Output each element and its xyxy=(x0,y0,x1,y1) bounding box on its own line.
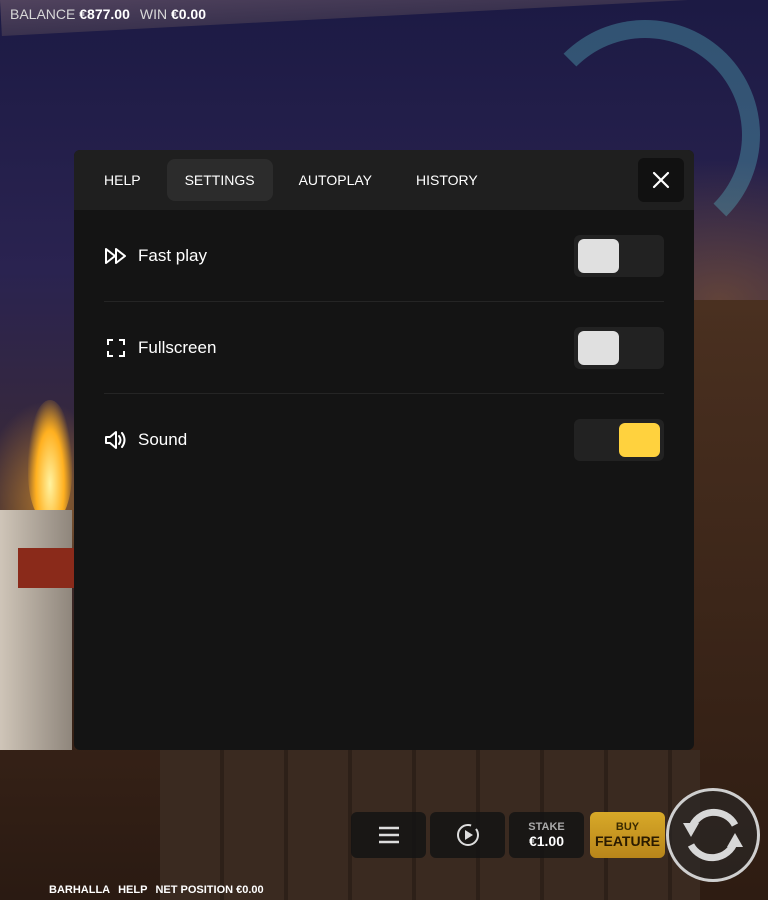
fast-play-toggle[interactable] xyxy=(574,234,664,277)
game-name: BARHALLA xyxy=(49,884,111,896)
setting-fullscreen: Fullscreen xyxy=(104,302,664,394)
net-position-value: €0.00 xyxy=(236,884,264,896)
stake-selector[interactable]: STAKE €1.00 xyxy=(509,812,584,858)
tab-history[interactable]: HISTORY xyxy=(398,159,496,201)
win-display: WIN €0.00 xyxy=(140,6,206,22)
spin-icon xyxy=(683,808,743,862)
autoplay-button[interactable] xyxy=(430,812,505,858)
torch-band xyxy=(18,548,74,588)
torch-flame xyxy=(28,400,72,520)
torch-post xyxy=(0,510,72,750)
balance-bar: BALANCE €877.00 WIN €0.00 xyxy=(10,6,206,22)
sound-toggle[interactable] xyxy=(574,419,664,461)
settings-list: Fast play Fullscreen Sound xyxy=(74,210,694,486)
autoplay-icon xyxy=(456,824,479,846)
toggle-knob xyxy=(578,238,619,273)
balance-value: €877.00 xyxy=(79,6,130,22)
stake-value: €1.00 xyxy=(528,833,565,849)
speaker-icon xyxy=(104,428,128,452)
menu-button[interactable] xyxy=(351,812,426,858)
game-controls: STAKE €1.00 BUY FEATURE xyxy=(351,812,665,858)
buy-feature-button[interactable]: BUY FEATURE xyxy=(590,812,665,858)
sound-label: Sound xyxy=(138,430,188,449)
fullscreen-icon xyxy=(104,336,128,360)
setting-sound: Sound xyxy=(104,394,664,486)
balance-display: BALANCE €877.00 xyxy=(10,6,130,22)
tab-settings[interactable]: SETTINGS xyxy=(166,159,273,201)
spin-button[interactable] xyxy=(666,788,760,882)
footer-bar: BARHALLA HELP NET POSITION €0.00 xyxy=(49,884,264,896)
net-position-label: NET POSITION xyxy=(155,884,234,896)
tab-autoplay[interactable]: AUTOPLAY xyxy=(281,159,390,201)
close-button[interactable] xyxy=(638,158,684,202)
close-icon xyxy=(652,171,670,189)
footer-help-link[interactable]: HELP xyxy=(118,884,147,896)
win-label: WIN xyxy=(139,6,168,22)
net-position: NET POSITION €0.00 xyxy=(155,884,263,896)
menu-icon xyxy=(378,826,399,844)
fast-forward-icon xyxy=(104,244,128,268)
fast-play-label: Fast play xyxy=(138,245,207,265)
toggle-knob xyxy=(578,330,619,365)
feature-label: FEATURE xyxy=(594,833,661,849)
setting-fast-play: Fast play xyxy=(104,210,664,302)
settings-modal: HELP SETTINGS AUTOPLAY HISTORY Fast play xyxy=(74,150,694,750)
balance-label: BALANCE xyxy=(10,6,76,22)
fullscreen-label: Fullscreen xyxy=(138,337,217,357)
stake-label: STAKE xyxy=(528,821,565,833)
fullscreen-toggle[interactable] xyxy=(574,326,664,369)
buy-label: BUY xyxy=(615,821,640,833)
win-value: €0.00 xyxy=(170,6,207,22)
toggle-knob xyxy=(619,423,660,457)
tab-bar: HELP SETTINGS AUTOPLAY HISTORY xyxy=(74,150,694,210)
tab-help[interactable]: HELP xyxy=(86,159,159,201)
